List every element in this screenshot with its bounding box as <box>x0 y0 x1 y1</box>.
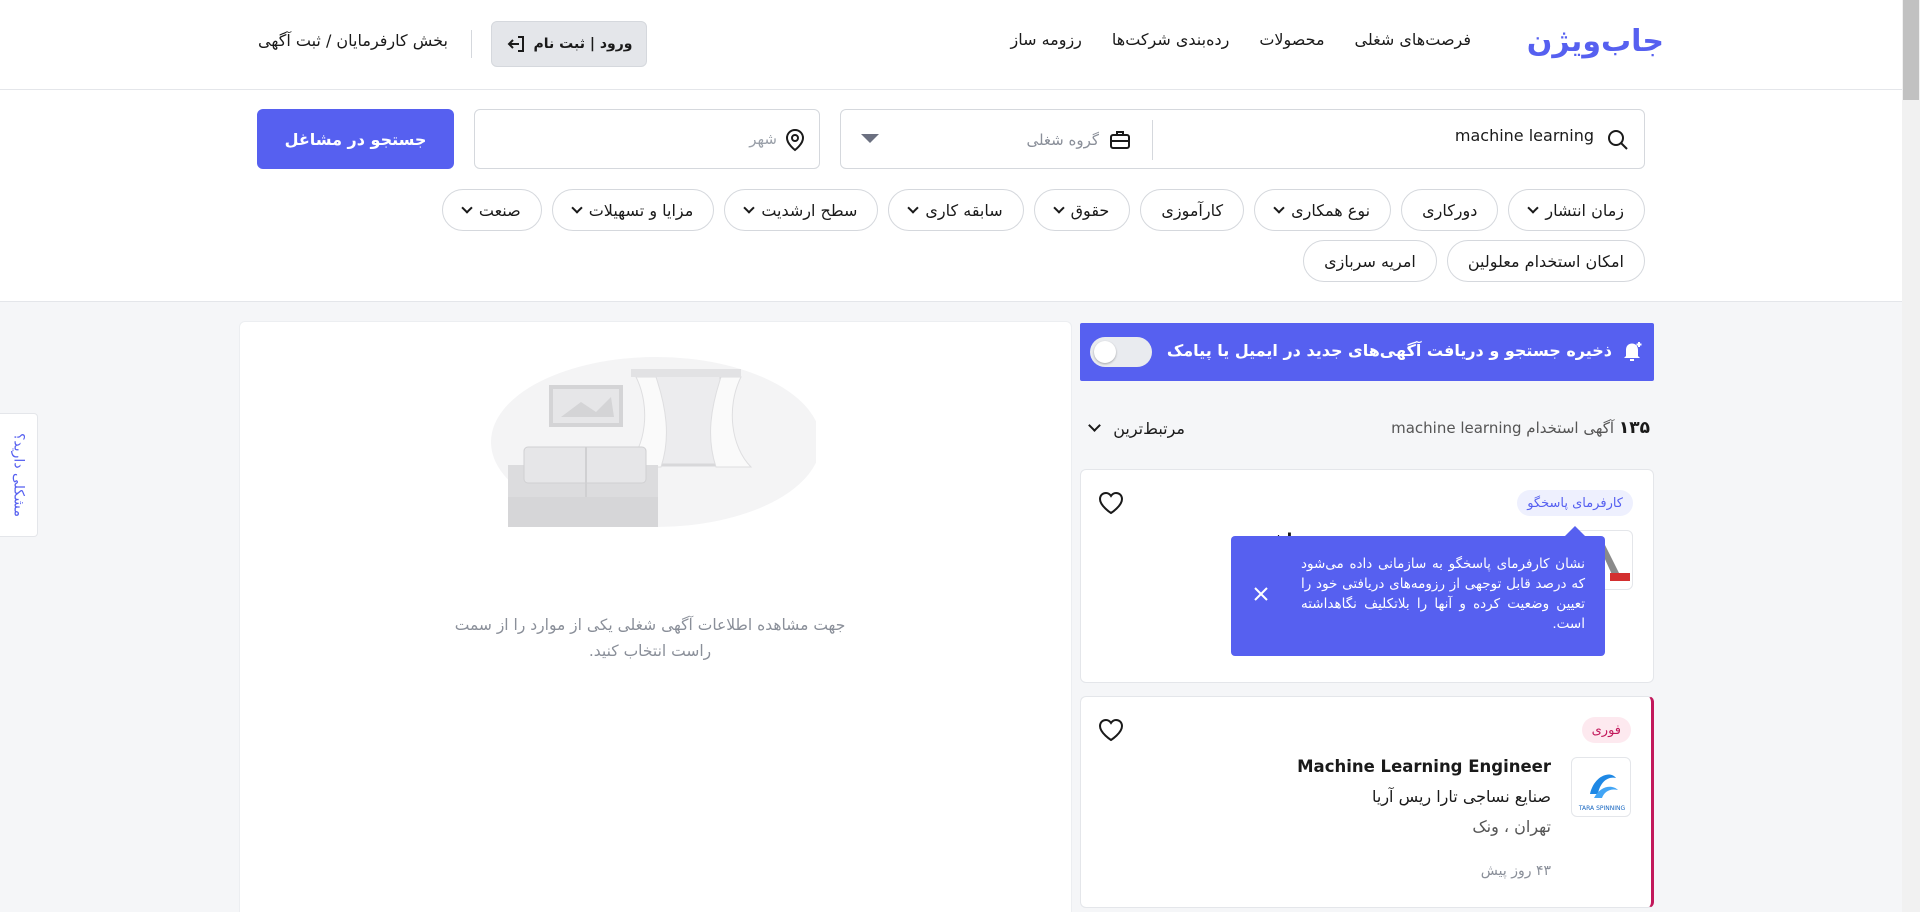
filter-disabled-hiring[interactable]: امکان استخدام معلولین <box>1446 240 1645 282</box>
responsive-employer-badge: کارفرمای پاسخگو <box>1517 490 1633 516</box>
results-summary: آگهی استخدام machine learning <box>1391 419 1615 437</box>
city-input[interactable]: شهر <box>474 109 820 169</box>
empty-room-illustration <box>491 357 816 527</box>
filter-salary[interactable]: حقوق <box>1033 189 1131 231</box>
filter-label: سطح ارشدیت <box>761 200 858 220</box>
site-header: جاب‌ویژن فرصت‌های شغلی محصولات رده‌بندی … <box>0 0 1920 90</box>
filter-label: مزایا و تسهیلات <box>588 200 694 220</box>
filter-experience[interactable]: سابقه کاری <box>888 189 1024 231</box>
search-icon <box>1608 130 1628 150</box>
close-icon[interactable] <box>1253 586 1269 602</box>
job-location: تهران ، ونک <box>1472 817 1551 836</box>
header-divider <box>471 30 472 58</box>
job-title[interactable]: Machine Learning Engineer <box>1297 757 1551 776</box>
city-placeholder: شهر <box>749 130 777 148</box>
company-logo: TARA SPINNING <box>1571 757 1631 817</box>
login-icon <box>507 36 524 52</box>
login-label: ورود | ثبت نام <box>533 36 633 52</box>
scrollbar-thumb[interactable] <box>1903 0 1919 100</box>
filter-label: امریه سربازی <box>1324 251 1416 271</box>
chevron-down-icon <box>743 202 755 214</box>
filter-label: دورکاری <box>1422 200 1478 220</box>
briefcase-icon <box>1110 131 1130 149</box>
nav-job-opportunities[interactable]: فرصت‌های شغلی <box>1355 30 1471 49</box>
filter-employment-type[interactable]: نوع همکاری <box>1254 189 1392 231</box>
responsive-employer-tooltip: نشان کارفرمای پاسخگو به سازمانی داده می‌… <box>1231 526 1605 656</box>
save-search-bar: ذخیره جستجو و دریافت آگهی‌های جدید در ای… <box>1080 323 1654 381</box>
filter-label: حقوق <box>1070 200 1110 220</box>
save-search-toggle[interactable] <box>1090 337 1152 367</box>
filter-remote[interactable]: دورکاری <box>1401 189 1499 231</box>
nav-resume-builder[interactable]: رزومه ساز <box>1010 30 1081 49</box>
login-register-button[interactable]: ورود | ثبت نام <box>491 21 647 67</box>
job-card[interactable]: فوری TARA SPINNING Machine Learning Engi… <box>1080 696 1654 908</box>
results-count: ۱۳۵ آگهی استخدام machine learning <box>1391 418 1650 438</box>
sort-select[interactable]: مرتبط‌ترین <box>1080 414 1185 442</box>
chevron-down-icon <box>1273 202 1285 214</box>
filter-publish-time[interactable]: زمان انتشار <box>1508 189 1645 231</box>
location-pin-icon <box>785 128 805 152</box>
filter-military-service[interactable]: امریه سربازی <box>1303 240 1437 282</box>
filter-label: کارآموزی <box>1161 200 1224 220</box>
filter-chips-row-1: زمان انتشار دورکاری نوع همکاری کارآموزی … <box>441 189 1645 231</box>
filter-label: امکان استخدام معلولین <box>1467 251 1624 271</box>
chevron-down-icon <box>1052 202 1065 214</box>
chevron-down-icon <box>461 202 473 214</box>
filter-industry[interactable]: صنعت <box>441 189 542 231</box>
help-tab[interactable]: مشکلی دارید؟ <box>0 413 38 537</box>
nav-company-ranking[interactable]: رده‌بندی شرکت‌ها <box>1112 30 1229 49</box>
job-detail-panel: جهت مشاهده اطلاعات آگهی شغلی یکی از موار… <box>239 321 1072 912</box>
tooltip-text: نشان کارفرمای پاسخگو به سازمانی داده می‌… <box>1301 556 1585 632</box>
company-name[interactable]: صنایع نساجی تارا ریس آریا <box>1372 787 1551 806</box>
save-search-label: ذخیره جستجو و دریافت آگهی‌های جدید در ای… <box>1166 341 1612 360</box>
toggle-knob <box>1094 341 1116 363</box>
search-jobs-button[interactable]: جستجو در مشاغل <box>257 109 454 169</box>
nav-products[interactable]: محصولات <box>1259 30 1324 49</box>
main-nav: فرصت‌های شغلی محصولات رده‌بندی شرکت‌ها ر… <box>1010 30 1471 49</box>
filter-internship[interactable]: کارآموزی <box>1140 189 1245 231</box>
posted-time: ۴۳ روز پیش <box>1480 863 1551 879</box>
filter-seniority[interactable]: سطح ارشدیت <box>724 189 879 231</box>
empty-state-text: جهت مشاهده اطلاعات آگهی شغلی یکی از موار… <box>454 616 846 660</box>
filter-label: زمان انتشار <box>1545 200 1624 220</box>
search-section: machine learning گروه شغلی شهر جستجو در … <box>0 90 1902 302</box>
filter-label: صنعت <box>478 200 521 220</box>
filter-benefits[interactable]: مزایا و تسهیلات <box>551 189 715 231</box>
caret-down-icon <box>861 134 879 143</box>
chevron-down-icon <box>1527 202 1540 214</box>
urgent-badge: فوری <box>1581 717 1631 743</box>
heart-icon[interactable] <box>1097 717 1125 743</box>
search-divider <box>1152 120 1153 160</box>
filter-label: نوع همکاری <box>1291 200 1371 220</box>
search-input[interactable]: machine learning <box>1455 126 1594 145</box>
filter-label: سابقه کاری <box>925 200 1003 220</box>
bell-plus-icon <box>1624 342 1642 361</box>
results-number: ۱۳۵ <box>1618 418 1650 438</box>
company-logo-text: TARA SPINNING <box>1578 805 1626 812</box>
chevron-down-icon <box>1088 419 1102 432</box>
page-scrollbar[interactable] <box>1902 0 1920 912</box>
job-group-select[interactable]: گروه شغلی <box>861 124 1131 156</box>
chevron-down-icon <box>907 202 920 214</box>
job-group-placeholder: گروه شغلی <box>1026 131 1099 149</box>
jobvision-logo[interactable]: جاب‌ویژن <box>1527 24 1665 60</box>
chevron-down-icon <box>571 202 583 214</box>
sort-label: مرتبط‌ترین <box>1113 418 1185 438</box>
heart-icon[interactable] <box>1097 490 1125 516</box>
help-label: مشکلی دارید؟ <box>10 432 27 518</box>
employer-section-link[interactable]: بخش کارفرمایان / ثبت آگهی <box>258 31 448 50</box>
filter-chips-row-2: امکان استخدام معلولین امریه سربازی <box>1303 240 1645 282</box>
keyword-search-box[interactable]: machine learning گروه شغلی <box>840 109 1645 169</box>
